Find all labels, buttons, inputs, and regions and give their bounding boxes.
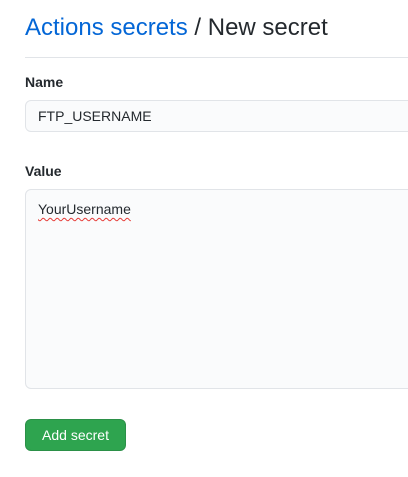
secret-name-input[interactable] <box>25 100 408 132</box>
page-title: New secret <box>207 14 328 41</box>
breadcrumb-link-actions-secrets[interactable]: Actions secrets <box>25 14 188 41</box>
breadcrumb: Actions secrets / New secret <box>25 12 328 44</box>
breadcrumb-separator: / <box>194 14 202 41</box>
new-secret-page: Actions secrets / New secret Name Value … <box>0 0 408 477</box>
header-divider <box>25 57 408 58</box>
value-label: Value <box>25 163 62 179</box>
add-secret-button[interactable]: Add secret <box>25 419 126 451</box>
secret-value-textarea[interactable]: YourUsername <box>25 189 408 389</box>
name-label: Name <box>25 74 64 90</box>
secret-value-text: YourUsername <box>38 201 131 217</box>
